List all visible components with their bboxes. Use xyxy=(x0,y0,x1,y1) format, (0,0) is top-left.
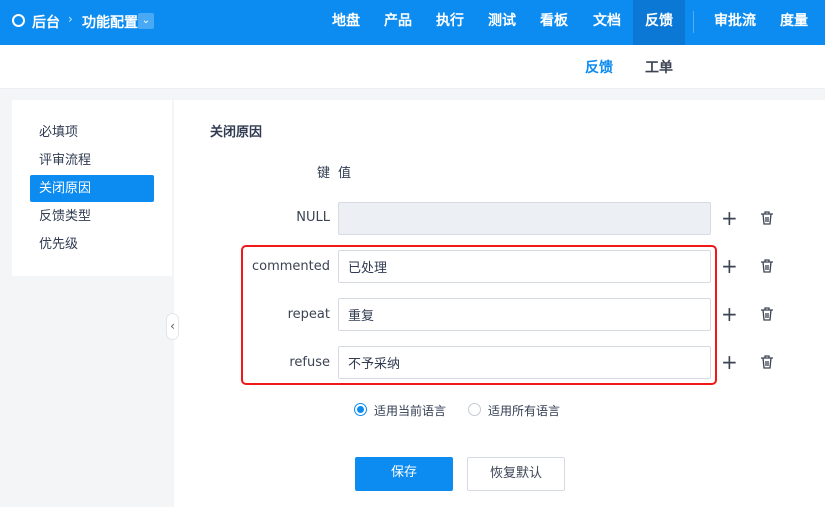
restore-default-button[interactable]: 恢复默认 xyxy=(467,457,565,491)
sidebar-item-close-reason[interactable]: 关闭原因 xyxy=(30,175,154,202)
chevron-right-icon: › xyxy=(68,12,73,26)
nav-approval[interactable]: 审批流 xyxy=(706,0,764,45)
gear-icon xyxy=(12,14,25,27)
subnav-ticket[interactable]: 工单 xyxy=(645,45,673,91)
sidebar: 必填项 评审流程 关闭原因 反馈类型 优先级 xyxy=(12,100,172,276)
breadcrumb-dropdown-button[interactable]: ⌄ xyxy=(138,13,154,29)
value-input-commented[interactable] xyxy=(338,250,711,283)
nav-test[interactable]: 测试 xyxy=(478,0,526,45)
value-input-repeat[interactable] xyxy=(338,298,711,331)
save-button[interactable]: 保存 xyxy=(355,457,453,491)
trash-icon[interactable] xyxy=(759,306,775,322)
add-row-icon[interactable]: + xyxy=(721,304,738,324)
subnav-feedback[interactable]: 反馈 xyxy=(585,45,613,91)
trash-icon[interactable] xyxy=(759,354,775,370)
key-header: 键 xyxy=(317,166,331,181)
row-key-refuse: refuse xyxy=(289,355,330,370)
top-navbar: 后台 › 功能配置 ⌄ 地盘 产品 执行 测试 看板 文档 反馈 审批流 度量 xyxy=(0,0,825,45)
breadcrumb-root[interactable]: 后台 xyxy=(32,12,60,32)
radio-current-language[interactable] xyxy=(354,403,367,416)
row-key-repeat: repeat xyxy=(287,307,330,322)
nav-dashboard[interactable]: 地盘 xyxy=(322,0,370,45)
add-row-icon[interactable]: + xyxy=(721,208,738,228)
trash-icon[interactable] xyxy=(759,258,775,274)
nav-kanban[interactable]: 看板 xyxy=(530,0,578,45)
sidebar-item-required[interactable]: 必填项 xyxy=(30,119,154,146)
nav-divider xyxy=(693,11,694,33)
radio-all-languages-label[interactable]: 适用所有语言 xyxy=(488,402,560,419)
add-row-icon[interactable]: + xyxy=(721,256,738,276)
breadcrumb-current[interactable]: 功能配置 xyxy=(82,12,138,32)
nav-doc[interactable]: 文档 xyxy=(583,0,631,45)
nav-product[interactable]: 产品 xyxy=(374,0,422,45)
add-row-icon[interactable]: + xyxy=(721,352,738,372)
value-input-null[interactable] xyxy=(338,202,711,235)
value-input-refuse[interactable] xyxy=(338,346,711,379)
collapse-sidebar-button[interactable]: ‹ xyxy=(166,313,179,340)
page-title: 关闭原因 xyxy=(210,125,263,140)
value-header: 值 xyxy=(338,166,352,181)
nav-feedback[interactable]: 反馈 xyxy=(633,0,685,45)
sidebar-item-feedback-type[interactable]: 反馈类型 xyxy=(30,203,154,230)
trash-icon[interactable] xyxy=(759,210,775,226)
nav-metrics[interactable]: 度量 xyxy=(770,0,818,45)
nav-execution[interactable]: 执行 xyxy=(426,0,474,45)
sidebar-item-review[interactable]: 评审流程 xyxy=(30,147,154,174)
radio-current-language-label[interactable]: 适用当前语言 xyxy=(374,402,446,419)
radio-all-languages[interactable] xyxy=(468,403,481,416)
row-key-commented: commented xyxy=(251,259,330,274)
sidebar-item-priority[interactable]: 优先级 xyxy=(30,231,154,258)
sub-navbar: 反馈 工单 xyxy=(0,45,825,89)
row-key-null: NULL xyxy=(296,210,330,225)
